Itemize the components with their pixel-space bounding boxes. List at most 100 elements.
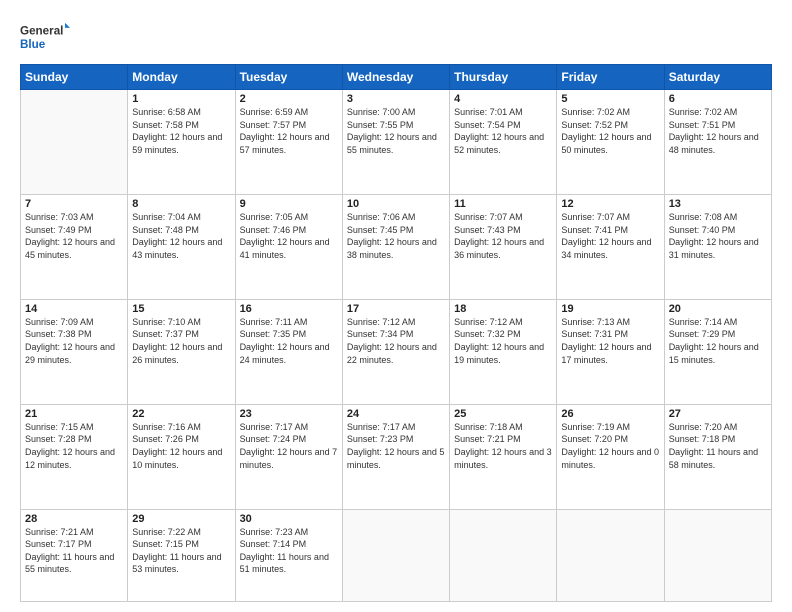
calendar-cell: 3 Sunrise: 7:00 AMSunset: 7:55 PMDayligh… bbox=[342, 90, 449, 195]
logo-svg: General Blue bbox=[20, 18, 70, 56]
day-number: 16 bbox=[240, 303, 338, 315]
calendar-cell: 29 Sunrise: 7:22 AMSunset: 7:15 PMDaylig… bbox=[128, 509, 235, 601]
day-number: 4 bbox=[454, 93, 552, 105]
day-info: Sunrise: 7:03 AMSunset: 7:49 PMDaylight:… bbox=[25, 211, 123, 261]
day-info: Sunrise: 7:22 AMSunset: 7:15 PMDaylight:… bbox=[132, 526, 230, 576]
page: General Blue SundayMondayTuesdayWednesda… bbox=[0, 0, 792, 612]
day-number: 20 bbox=[669, 303, 767, 315]
calendar-cell: 8 Sunrise: 7:04 AMSunset: 7:48 PMDayligh… bbox=[128, 194, 235, 299]
calendar-cell: 30 Sunrise: 7:23 AMSunset: 7:14 PMDaylig… bbox=[235, 509, 342, 601]
calendar-cell: 6 Sunrise: 7:02 AMSunset: 7:51 PMDayligh… bbox=[664, 90, 771, 195]
calendar-cell bbox=[21, 90, 128, 195]
week-row-1: 1 Sunrise: 6:58 AMSunset: 7:58 PMDayligh… bbox=[21, 90, 772, 195]
calendar-cell: 28 Sunrise: 7:21 AMSunset: 7:17 PMDaylig… bbox=[21, 509, 128, 601]
day-number: 5 bbox=[561, 93, 659, 105]
day-info: Sunrise: 7:18 AMSunset: 7:21 PMDaylight:… bbox=[454, 421, 552, 471]
logo: General Blue bbox=[20, 18, 70, 56]
calendar-cell: 24 Sunrise: 7:17 AMSunset: 7:23 PMDaylig… bbox=[342, 404, 449, 509]
weekday-header-thursday: Thursday bbox=[450, 65, 557, 90]
day-number: 18 bbox=[454, 303, 552, 315]
day-info: Sunrise: 7:16 AMSunset: 7:26 PMDaylight:… bbox=[132, 421, 230, 471]
day-info: Sunrise: 7:08 AMSunset: 7:40 PMDaylight:… bbox=[669, 211, 767, 261]
calendar-cell: 13 Sunrise: 7:08 AMSunset: 7:40 PMDaylig… bbox=[664, 194, 771, 299]
day-info: Sunrise: 6:59 AMSunset: 7:57 PMDaylight:… bbox=[240, 106, 338, 156]
day-info: Sunrise: 7:17 AMSunset: 7:24 PMDaylight:… bbox=[240, 421, 338, 471]
day-info: Sunrise: 7:04 AMSunset: 7:48 PMDaylight:… bbox=[132, 211, 230, 261]
day-number: 7 bbox=[25, 198, 123, 210]
day-info: Sunrise: 7:02 AMSunset: 7:52 PMDaylight:… bbox=[561, 106, 659, 156]
week-row-3: 14 Sunrise: 7:09 AMSunset: 7:38 PMDaylig… bbox=[21, 299, 772, 404]
calendar-table: SundayMondayTuesdayWednesdayThursdayFrid… bbox=[20, 64, 772, 602]
day-number: 23 bbox=[240, 408, 338, 420]
day-info: Sunrise: 7:11 AMSunset: 7:35 PMDaylight:… bbox=[240, 316, 338, 366]
calendar-cell: 14 Sunrise: 7:09 AMSunset: 7:38 PMDaylig… bbox=[21, 299, 128, 404]
calendar-cell: 12 Sunrise: 7:07 AMSunset: 7:41 PMDaylig… bbox=[557, 194, 664, 299]
weekday-header-sunday: Sunday bbox=[21, 65, 128, 90]
day-info: Sunrise: 7:20 AMSunset: 7:18 PMDaylight:… bbox=[669, 421, 767, 471]
day-number: 21 bbox=[25, 408, 123, 420]
day-info: Sunrise: 7:17 AMSunset: 7:23 PMDaylight:… bbox=[347, 421, 445, 471]
day-info: Sunrise: 7:12 AMSunset: 7:32 PMDaylight:… bbox=[454, 316, 552, 366]
svg-text:General: General bbox=[20, 25, 63, 38]
calendar-cell bbox=[664, 509, 771, 601]
day-info: Sunrise: 7:06 AMSunset: 7:45 PMDaylight:… bbox=[347, 211, 445, 261]
calendar-cell: 17 Sunrise: 7:12 AMSunset: 7:34 PMDaylig… bbox=[342, 299, 449, 404]
day-number: 15 bbox=[132, 303, 230, 315]
day-number: 13 bbox=[669, 198, 767, 210]
day-info: Sunrise: 6:58 AMSunset: 7:58 PMDaylight:… bbox=[132, 106, 230, 156]
day-number: 25 bbox=[454, 408, 552, 420]
day-number: 1 bbox=[132, 93, 230, 105]
calendar-cell: 16 Sunrise: 7:11 AMSunset: 7:35 PMDaylig… bbox=[235, 299, 342, 404]
day-info: Sunrise: 7:05 AMSunset: 7:46 PMDaylight:… bbox=[240, 211, 338, 261]
day-info: Sunrise: 7:13 AMSunset: 7:31 PMDaylight:… bbox=[561, 316, 659, 366]
day-info: Sunrise: 7:10 AMSunset: 7:37 PMDaylight:… bbox=[132, 316, 230, 366]
day-number: 29 bbox=[132, 513, 230, 525]
day-info: Sunrise: 7:01 AMSunset: 7:54 PMDaylight:… bbox=[454, 106, 552, 156]
day-number: 6 bbox=[669, 93, 767, 105]
calendar-cell: 25 Sunrise: 7:18 AMSunset: 7:21 PMDaylig… bbox=[450, 404, 557, 509]
calendar-cell bbox=[450, 509, 557, 601]
day-info: Sunrise: 7:07 AMSunset: 7:43 PMDaylight:… bbox=[454, 211, 552, 261]
calendar-cell: 15 Sunrise: 7:10 AMSunset: 7:37 PMDaylig… bbox=[128, 299, 235, 404]
day-number: 28 bbox=[25, 513, 123, 525]
calendar-cell: 1 Sunrise: 6:58 AMSunset: 7:58 PMDayligh… bbox=[128, 90, 235, 195]
day-number: 10 bbox=[347, 198, 445, 210]
calendar-cell: 21 Sunrise: 7:15 AMSunset: 7:28 PMDaylig… bbox=[21, 404, 128, 509]
weekday-header-friday: Friday bbox=[557, 65, 664, 90]
week-row-5: 28 Sunrise: 7:21 AMSunset: 7:17 PMDaylig… bbox=[21, 509, 772, 601]
day-number: 12 bbox=[561, 198, 659, 210]
day-info: Sunrise: 7:15 AMSunset: 7:28 PMDaylight:… bbox=[25, 421, 123, 471]
day-number: 24 bbox=[347, 408, 445, 420]
day-number: 9 bbox=[240, 198, 338, 210]
day-info: Sunrise: 7:02 AMSunset: 7:51 PMDaylight:… bbox=[669, 106, 767, 156]
calendar-cell: 27 Sunrise: 7:20 AMSunset: 7:18 PMDaylig… bbox=[664, 404, 771, 509]
calendar-cell: 2 Sunrise: 6:59 AMSunset: 7:57 PMDayligh… bbox=[235, 90, 342, 195]
calendar-cell: 26 Sunrise: 7:19 AMSunset: 7:20 PMDaylig… bbox=[557, 404, 664, 509]
day-number: 8 bbox=[132, 198, 230, 210]
calendar-cell: 7 Sunrise: 7:03 AMSunset: 7:49 PMDayligh… bbox=[21, 194, 128, 299]
calendar-cell: 5 Sunrise: 7:02 AMSunset: 7:52 PMDayligh… bbox=[557, 90, 664, 195]
day-number: 17 bbox=[347, 303, 445, 315]
calendar-cell: 22 Sunrise: 7:16 AMSunset: 7:26 PMDaylig… bbox=[128, 404, 235, 509]
day-number: 11 bbox=[454, 198, 552, 210]
day-info: Sunrise: 7:19 AMSunset: 7:20 PMDaylight:… bbox=[561, 421, 659, 471]
calendar-cell: 18 Sunrise: 7:12 AMSunset: 7:32 PMDaylig… bbox=[450, 299, 557, 404]
day-info: Sunrise: 7:21 AMSunset: 7:17 PMDaylight:… bbox=[25, 526, 123, 576]
svg-text:Blue: Blue bbox=[20, 38, 46, 51]
day-number: 19 bbox=[561, 303, 659, 315]
day-number: 27 bbox=[669, 408, 767, 420]
calendar-cell: 9 Sunrise: 7:05 AMSunset: 7:46 PMDayligh… bbox=[235, 194, 342, 299]
calendar-cell bbox=[557, 509, 664, 601]
day-info: Sunrise: 7:12 AMSunset: 7:34 PMDaylight:… bbox=[347, 316, 445, 366]
calendar-cell: 23 Sunrise: 7:17 AMSunset: 7:24 PMDaylig… bbox=[235, 404, 342, 509]
weekday-header-saturday: Saturday bbox=[664, 65, 771, 90]
week-row-2: 7 Sunrise: 7:03 AMSunset: 7:49 PMDayligh… bbox=[21, 194, 772, 299]
weekday-header-row: SundayMondayTuesdayWednesdayThursdayFrid… bbox=[21, 65, 772, 90]
day-number: 30 bbox=[240, 513, 338, 525]
day-number: 22 bbox=[132, 408, 230, 420]
calendar-cell bbox=[342, 509, 449, 601]
day-info: Sunrise: 7:00 AMSunset: 7:55 PMDaylight:… bbox=[347, 106, 445, 156]
day-info: Sunrise: 7:14 AMSunset: 7:29 PMDaylight:… bbox=[669, 316, 767, 366]
calendar-cell: 10 Sunrise: 7:06 AMSunset: 7:45 PMDaylig… bbox=[342, 194, 449, 299]
header: General Blue bbox=[20, 18, 772, 56]
